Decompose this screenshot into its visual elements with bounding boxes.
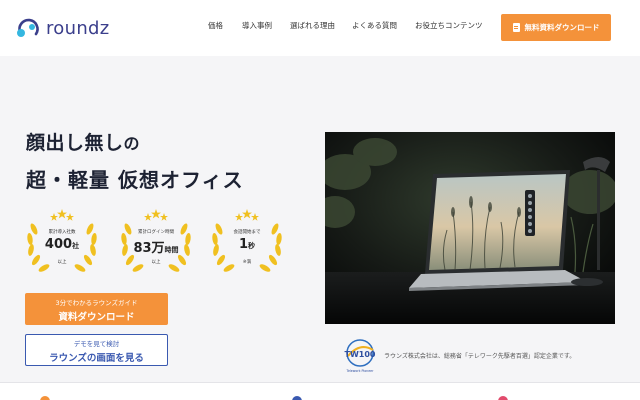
roundz-logo-icon: [17, 18, 39, 37]
download-guide-subtitle: 3分でわかるラウンズガイド: [55, 299, 138, 307]
preview-mark: [40, 396, 50, 400]
badge-label: 累計導入社数: [48, 230, 76, 235]
badge-unit: 時間: [164, 246, 179, 254]
badge-note: 以上: [151, 260, 161, 265]
badge-value: 400社: [22, 237, 102, 252]
free-download-button[interactable]: 無料資料ダウンロード: [501, 14, 611, 41]
nav-reasons[interactable]: 選ばれる理由: [290, 20, 335, 31]
download-guide-label: 資料ダウンロード: [58, 312, 135, 323]
hero-headline-line2: 超・軽量 仮想オフィス: [26, 168, 244, 192]
preview-mark: [498, 396, 508, 400]
preview-mark: [292, 396, 302, 400]
laptop-photo: [325, 132, 615, 324]
view-demo-button[interactable]: デモを見て検討 ラウンズの画面を見る: [25, 334, 168, 366]
nav-price[interactable]: 価格: [208, 20, 223, 31]
site-header: roundz 価格 導入事例 選ばれる理由 よくある質問 お役立ちコンテンツ 無…: [0, 0, 640, 56]
badge-note: ※満: [242, 260, 252, 265]
badge-unit: 秒: [248, 242, 256, 250]
svg-text:Telework Pioneer: Telework Pioneer: [346, 369, 375, 373]
document-icon: [512, 23, 520, 32]
nav-case-studies[interactable]: 導入事例: [242, 20, 272, 31]
next-section-edge: [0, 382, 640, 400]
hero-headline-main: 顔出し無し: [26, 132, 124, 154]
logo-text: roundz: [46, 17, 110, 39]
badge-number: 83万: [133, 241, 165, 256]
badge-label: 会話開始まで: [233, 230, 261, 235]
free-download-label: 無料資料ダウンロード: [524, 23, 600, 32]
view-demo-label: ラウンズの画面を見る: [49, 353, 144, 364]
hero-headline-line1: 顔出し無しの: [26, 128, 140, 155]
hero-laptop-image: [325, 132, 615, 324]
badge-label: 累計ログイン時間: [138, 230, 174, 235]
badge-note: 以上: [57, 260, 67, 265]
nav-resources[interactable]: お役立ちコンテンツ: [415, 20, 483, 31]
badge-number: 1: [238, 237, 249, 252]
badge-number: 400: [44, 237, 73, 252]
badge-value: 83万時間: [116, 237, 196, 256]
hero-headline-suffix: の: [123, 134, 141, 153]
badge-unit: 社: [72, 242, 80, 250]
telework-pioneer-logo: TW100 Telework Pioneer: [345, 339, 376, 373]
award-badge-companies: 累計導入社数 400社 以上: [22, 205, 102, 277]
award-badge-start-time: 会話開始まで 1秒 ※満: [207, 205, 287, 277]
certification-text: ラウンズ株式会社は、総務省「テレワーク先駆者百選」認定企業です。: [384, 353, 576, 360]
award-badge-login-hours: 累計ログイン時間 83万時間 以上: [116, 205, 196, 277]
view-demo-subtitle: デモを見て検討: [73, 340, 120, 348]
svg-text:TW100: TW100: [345, 350, 376, 359]
badge-value: 1秒: [207, 237, 287, 252]
nav-faq[interactable]: よくある質問: [352, 20, 397, 31]
download-guide-button[interactable]: 3分でわかるラウンズガイド 資料ダウンロード: [25, 293, 168, 325]
roundz-logo[interactable]: roundz: [14, 14, 124, 42]
